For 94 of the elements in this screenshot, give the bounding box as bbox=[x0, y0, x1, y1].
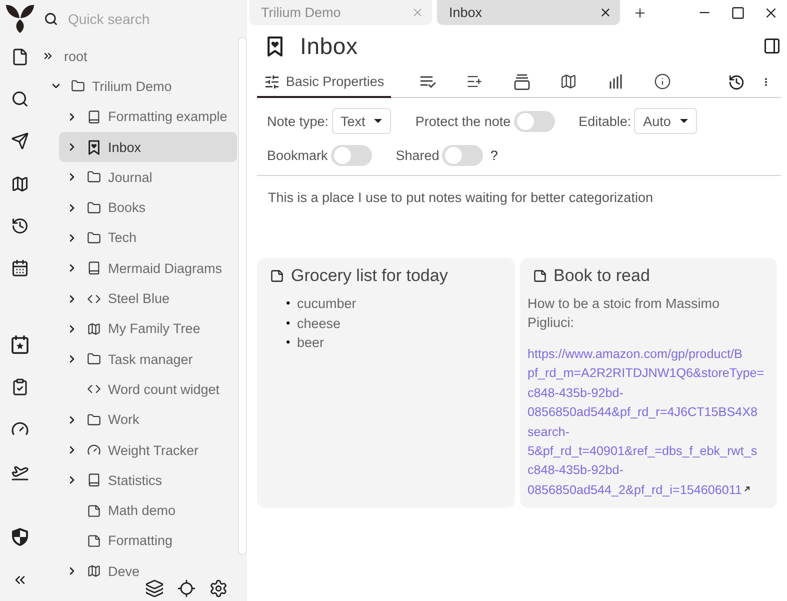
note-icon bbox=[87, 534, 101, 548]
maximize-icon[interactable] bbox=[730, 6, 744, 20]
tree-item[interactable]: Formatting example bbox=[59, 102, 237, 132]
note-card[interactable] bbox=[520, 258, 777, 508]
tree-item[interactable]: Steel Blue bbox=[59, 283, 237, 314]
calendar-icon[interactable] bbox=[11, 259, 29, 278]
card-title: Book to read bbox=[554, 266, 650, 286]
tree-item[interactable]: Math demo bbox=[59, 495, 237, 526]
card-title: Grocery list for today bbox=[291, 266, 448, 286]
folder-icon bbox=[87, 352, 101, 366]
editable-label: Editable: bbox=[578, 114, 632, 128]
clipboard-check-icon[interactable] bbox=[11, 378, 29, 396]
bookmark-switch[interactable] bbox=[330, 144, 372, 166]
search-icon[interactable] bbox=[11, 90, 29, 108]
tree-item[interactable]: Trilium Demo bbox=[43, 71, 237, 102]
list-item: cucumber bbox=[297, 295, 356, 313]
book-icon bbox=[87, 473, 101, 488]
list-plus-icon bbox=[466, 73, 483, 90]
map-icon bbox=[87, 322, 101, 336]
list-item: cheese bbox=[297, 314, 341, 332]
bookmark-icon[interactable] bbox=[266, 36, 284, 56]
note-icon bbox=[532, 269, 546, 283]
protect-label: Protect the note bbox=[415, 114, 511, 128]
search-icon bbox=[44, 12, 58, 26]
note-card[interactable]: Grocery list for today • cucumber • cheese • beer bbox=[257, 258, 514, 508]
tree-item[interactable]: Books bbox=[59, 192, 237, 223]
shield-icon[interactable] bbox=[11, 527, 29, 548]
book-icon bbox=[87, 261, 101, 276]
card-text: How to be a stoic from Massimo Pigliuci: bbox=[528, 295, 721, 332]
note-icon bbox=[270, 269, 284, 283]
caret-icon bbox=[680, 119, 688, 123]
tree-item[interactable]: My Family Tree bbox=[59, 314, 237, 344]
folder-icon bbox=[87, 200, 101, 215]
list-item: beer bbox=[297, 334, 324, 352]
map-icon bbox=[87, 564, 101, 578]
folder-icon bbox=[87, 170, 101, 184]
shared-label: Shared bbox=[396, 148, 440, 162]
list-bullet: • bbox=[286, 334, 292, 351]
folder-icon bbox=[87, 412, 101, 427]
history-icon[interactable] bbox=[728, 74, 744, 90]
note-tab[interactable]: Inbox bbox=[437, 0, 620, 25]
settings-icon[interactable] bbox=[209, 579, 228, 598]
crosshair-icon[interactable] bbox=[177, 579, 196, 598]
note-type-select[interactable]: Text bbox=[332, 108, 392, 134]
sidebar-toggle-icon[interactable] bbox=[763, 37, 781, 55]
shared-switch[interactable] bbox=[442, 144, 484, 166]
stacked-cards-icon bbox=[514, 74, 530, 90]
map-icon[interactable] bbox=[11, 174, 29, 193]
folder-icon bbox=[87, 230, 101, 245]
layers-icon[interactable] bbox=[145, 579, 164, 598]
editable-select[interactable]: Auto bbox=[634, 108, 697, 134]
tree-item[interactable]: Formatting bbox=[59, 526, 237, 556]
help-link[interactable]: ? bbox=[490, 148, 498, 162]
info-icon bbox=[654, 73, 671, 90]
list-check-icon bbox=[420, 74, 436, 88]
three-leaf-logo[interactable] bbox=[5, 3, 35, 33]
scrollbar-track[interactable] bbox=[238, 37, 247, 555]
sliders-icon bbox=[264, 74, 280, 90]
bar-chart-icon bbox=[608, 74, 622, 89]
tree-item[interactable]: Tech bbox=[59, 222, 237, 254]
external-link-icon bbox=[744, 486, 750, 492]
tree-item[interactable]: Mermaid Diagrams bbox=[59, 253, 237, 284]
folder-icon bbox=[71, 79, 85, 94]
tree-item[interactable]: Word count widget bbox=[59, 374, 237, 405]
note-title[interactable]: Inbox bbox=[300, 32, 358, 60]
note-icon bbox=[87, 504, 101, 518]
send-icon[interactable] bbox=[11, 132, 29, 150]
note-type-label: Note type: bbox=[267, 114, 329, 128]
ribbon-tab[interactable]: Basic Properties bbox=[257, 67, 391, 98]
history-icon[interactable] bbox=[11, 217, 29, 236]
book-icon bbox=[87, 110, 101, 124]
protect-switch[interactable] bbox=[514, 110, 555, 132]
bookmark-icon bbox=[87, 140, 101, 155]
note-text: This is a place I use to put notes waiting for better categorization bbox=[268, 189, 654, 206]
search-field[interactable]: Quick search bbox=[66, 6, 226, 30]
book-link[interactable]: https://www.amazon.com/gp/product/B pf_rd_m=A2R2RITDJNW1Q6&storeType= c848-435b-92bd- 0856850ad544&pf_rd_r=4J6CT15BS4X8 search- 5&pf_rd_t=40901&ref_=dbs_f_ebk_rwt_s c848-435b-92bd- 0856850ad544_2&pf_rd_i=154606011 bbox=[528, 345, 769, 500]
file-icon[interactable] bbox=[11, 48, 29, 66]
tree-item[interactable]: Inbox bbox=[59, 132, 237, 162]
close-icon[interactable] bbox=[599, 6, 612, 19]
tree-item[interactable]: Journal bbox=[59, 162, 237, 192]
bookmark-label: Bookmark bbox=[267, 148, 328, 162]
tree-item[interactable]: Work bbox=[59, 404, 237, 435]
tree-item[interactable]: Weight Tracker bbox=[59, 434, 237, 466]
note-tab[interactable]: Trilium Demo bbox=[249, 0, 432, 25]
gauge-icon bbox=[87, 443, 101, 457]
plus-icon[interactable] bbox=[633, 6, 647, 20]
map-icon bbox=[560, 73, 577, 90]
tree-item[interactable]: root bbox=[40, 41, 237, 72]
caret-icon bbox=[374, 119, 382, 123]
list-bullet: • bbox=[286, 295, 292, 312]
tree-item[interactable]: Task manager bbox=[59, 344, 237, 374]
tree-item[interactable]: Statistics bbox=[59, 465, 237, 496]
list-bullet: • bbox=[286, 314, 292, 332]
tree-item[interactable]: Deve bbox=[59, 556, 237, 586]
